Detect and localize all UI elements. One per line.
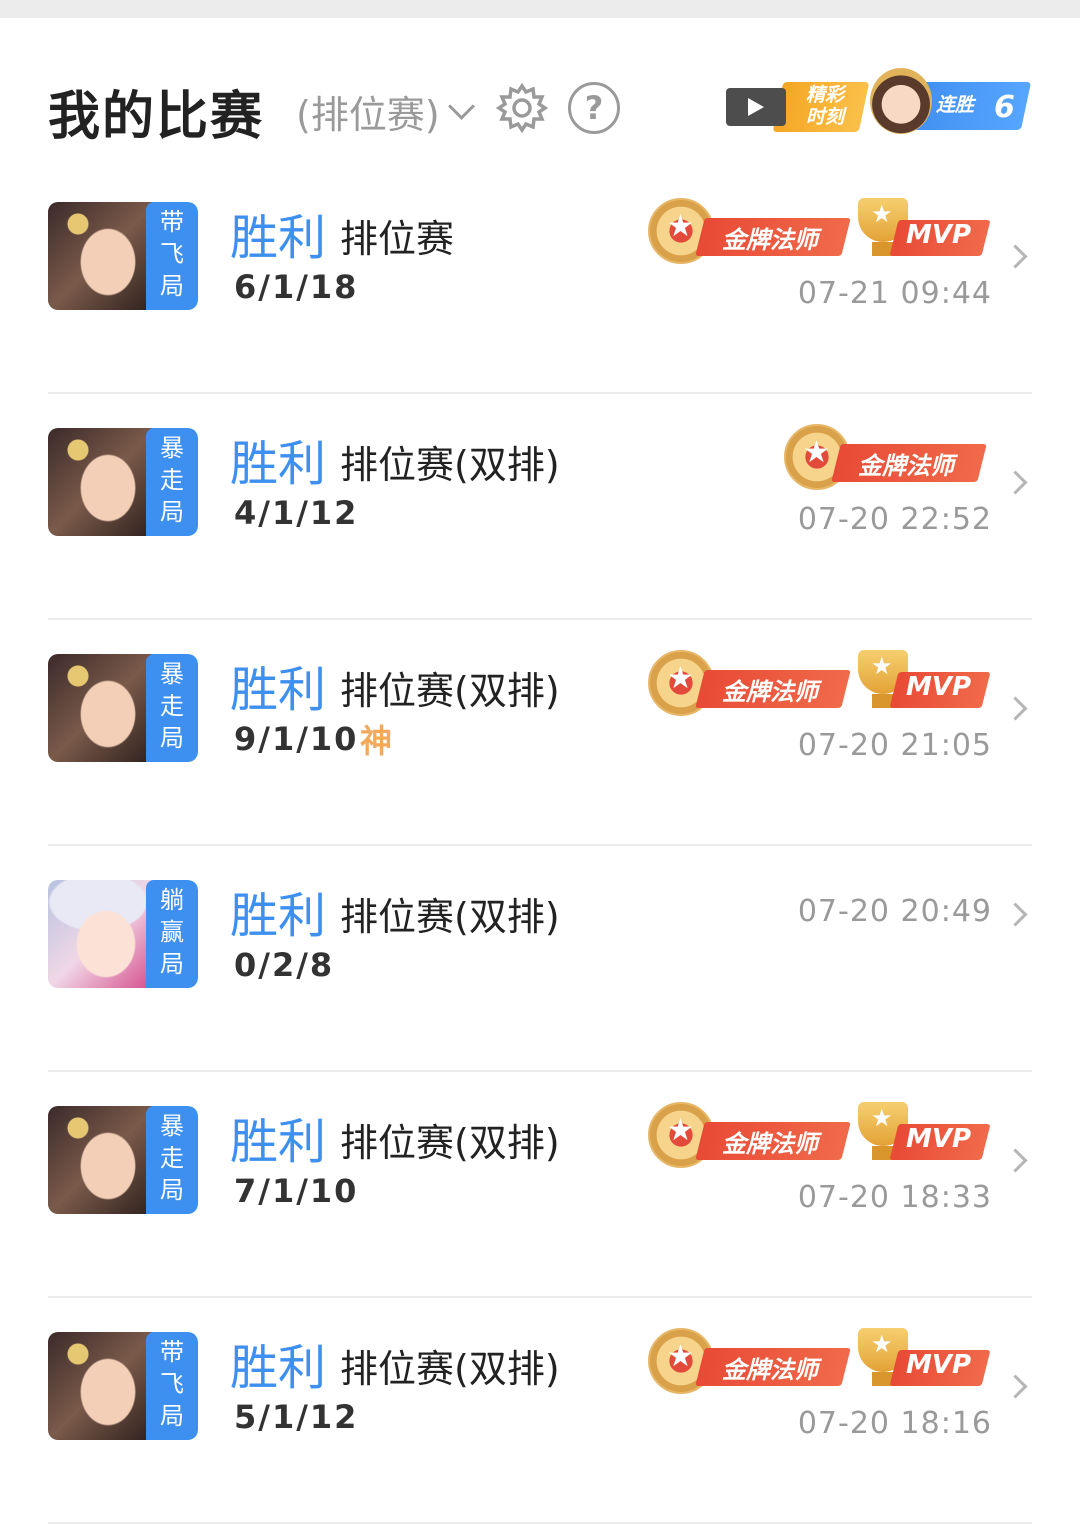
match-row[interactable]: 暴 走 局 胜利 排位赛(双排) 4/1/12 金牌法师 07-20 22:52 (48, 394, 1032, 620)
streak-count: 6 (994, 90, 1015, 125)
match-type-filter[interactable]: (排位赛) (296, 84, 475, 139)
match-kda: 7/1/10 (234, 1172, 359, 1210)
match-result: 胜利 (230, 436, 327, 492)
hero-portrait (48, 428, 156, 536)
match-kda: 6/1/18 (234, 268, 359, 306)
match-mode: 排位赛(双排) (340, 443, 560, 487)
badge-label: MVP (906, 1350, 972, 1380)
badge-label: 金牌法师 (722, 1356, 818, 1384)
match-tag: 暴 走 局 (146, 1106, 198, 1214)
match-result: 胜利 (230, 1114, 327, 1170)
chevron-right-icon (1003, 244, 1028, 269)
hero-avatar: 暴 走 局 (48, 428, 198, 536)
filter-label: (排位赛) (296, 93, 440, 137)
gear-icon[interactable] (496, 82, 548, 134)
match-time: 07-21 09:44 (797, 276, 992, 311)
match-mode: 排位赛(双排) (340, 669, 560, 713)
match-result: 胜利 (230, 1340, 327, 1396)
mvp-badge: MVP (854, 1102, 991, 1162)
page-header: 我的比赛 (排位赛) ? 精彩 时刻 连胜 6 (48, 68, 1038, 150)
chevron-right-icon (1003, 696, 1028, 721)
chevron-right-icon (1003, 1374, 1028, 1399)
hero-portrait (48, 880, 156, 988)
badge-label: MVP (906, 220, 972, 250)
match-time: 07-20 22:52 (797, 502, 992, 537)
match-kda: 0/2/8 (234, 946, 335, 984)
chevron-down-icon (447, 93, 475, 120)
match-result: 胜利 (230, 888, 327, 944)
match-result: 胜利 (230, 662, 327, 718)
highlight-moments-button[interactable]: 精彩 时刻 (726, 82, 870, 132)
mvp-badge: MVP (854, 1328, 991, 1388)
hero-portrait (48, 1106, 156, 1214)
chevron-right-icon (1003, 1148, 1028, 1173)
page-title: 我的比赛 (48, 87, 265, 147)
match-row[interactable]: 带 飞 局 胜利 排位赛 6/1/18 金牌法师 MVP 07-21 09:44 (48, 168, 1032, 394)
match-row[interactable]: 躺 赢 局 胜利 排位赛(双排) 0/2/8 07-20 20:49 (48, 846, 1032, 1072)
streak-avatar (870, 68, 932, 134)
match-mode: 排位赛(双排) (340, 1121, 560, 1165)
hero-portrait (48, 654, 156, 762)
hero-avatar: 暴 走 局 (48, 654, 198, 762)
gold-mage-badge: 金牌法师 (648, 1328, 851, 1394)
match-kda: 4/1/12 (234, 494, 359, 532)
match-result: 胜利 (230, 210, 327, 266)
hero-portrait (48, 1332, 156, 1440)
match-mode: 排位赛(双排) (340, 895, 560, 939)
match-row[interactable]: 暴 走 局 胜利 排位赛(双排) 9/1/10 神 金牌法师 MVP 07-20… (48, 620, 1032, 846)
highlight-label: 精彩 时刻 (805, 84, 844, 128)
match-tag: 暴 走 局 (146, 428, 198, 536)
badge-label: 金牌法师 (722, 678, 818, 706)
streak-label: 连胜 (936, 94, 975, 116)
chevron-right-icon (1003, 902, 1028, 927)
match-row[interactable]: 带 飞 局 胜利 排位赛(双排) 5/1/12 金牌法师 MVP 07-20 1… (48, 1298, 1032, 1524)
chevron-right-icon (1003, 470, 1028, 495)
hero-portrait (48, 202, 156, 310)
help-icon[interactable]: ? (568, 82, 620, 134)
badge-label: 金牌法师 (858, 452, 954, 480)
match-time: 07-20 18:16 (797, 1406, 992, 1441)
match-kda: 9/1/10 (234, 720, 359, 758)
gold-mage-badge: 金牌法师 (784, 424, 987, 490)
badge-label: MVP (906, 672, 972, 702)
gold-mage-badge: 金牌法师 (648, 1102, 851, 1168)
badge-label: 金牌法师 (722, 226, 818, 254)
hero-avatar: 躺 赢 局 (48, 880, 198, 988)
gold-mage-badge: 金牌法师 (648, 650, 851, 716)
god-label: 神 (360, 722, 393, 760)
hero-avatar: 带 飞 局 (48, 1332, 198, 1440)
mvp-badge: MVP (854, 198, 991, 258)
match-tag: 躺 赢 局 (146, 880, 198, 988)
match-row[interactable]: 暴 走 局 胜利 排位赛(双排) 7/1/10 金牌法师 MVP 07-20 1… (48, 1072, 1032, 1298)
match-time: 07-20 20:49 (797, 894, 992, 929)
video-icon (726, 88, 786, 126)
hero-avatar: 暴 走 局 (48, 1106, 198, 1214)
badge-label: MVP (906, 1124, 972, 1154)
match-kda: 5/1/12 (234, 1398, 359, 1436)
match-mode: 排位赛 (340, 217, 455, 261)
status-strip (0, 0, 1080, 18)
match-mode: 排位赛(双排) (340, 1347, 560, 1391)
match-time: 07-20 21:05 (797, 728, 992, 763)
badge-label: 金牌法师 (722, 1130, 818, 1158)
gold-mage-badge: 金牌法师 (648, 198, 851, 264)
mvp-badge: MVP (854, 650, 991, 710)
match-tag: 暴 走 局 (146, 654, 198, 762)
match-tag: 带 飞 局 (146, 1332, 198, 1440)
hero-avatar: 带 飞 局 (48, 202, 198, 310)
win-streak-badge[interactable]: 连胜 6 (870, 68, 1032, 138)
match-tag: 带 飞 局 (146, 202, 198, 310)
match-time: 07-20 18:33 (797, 1180, 992, 1215)
